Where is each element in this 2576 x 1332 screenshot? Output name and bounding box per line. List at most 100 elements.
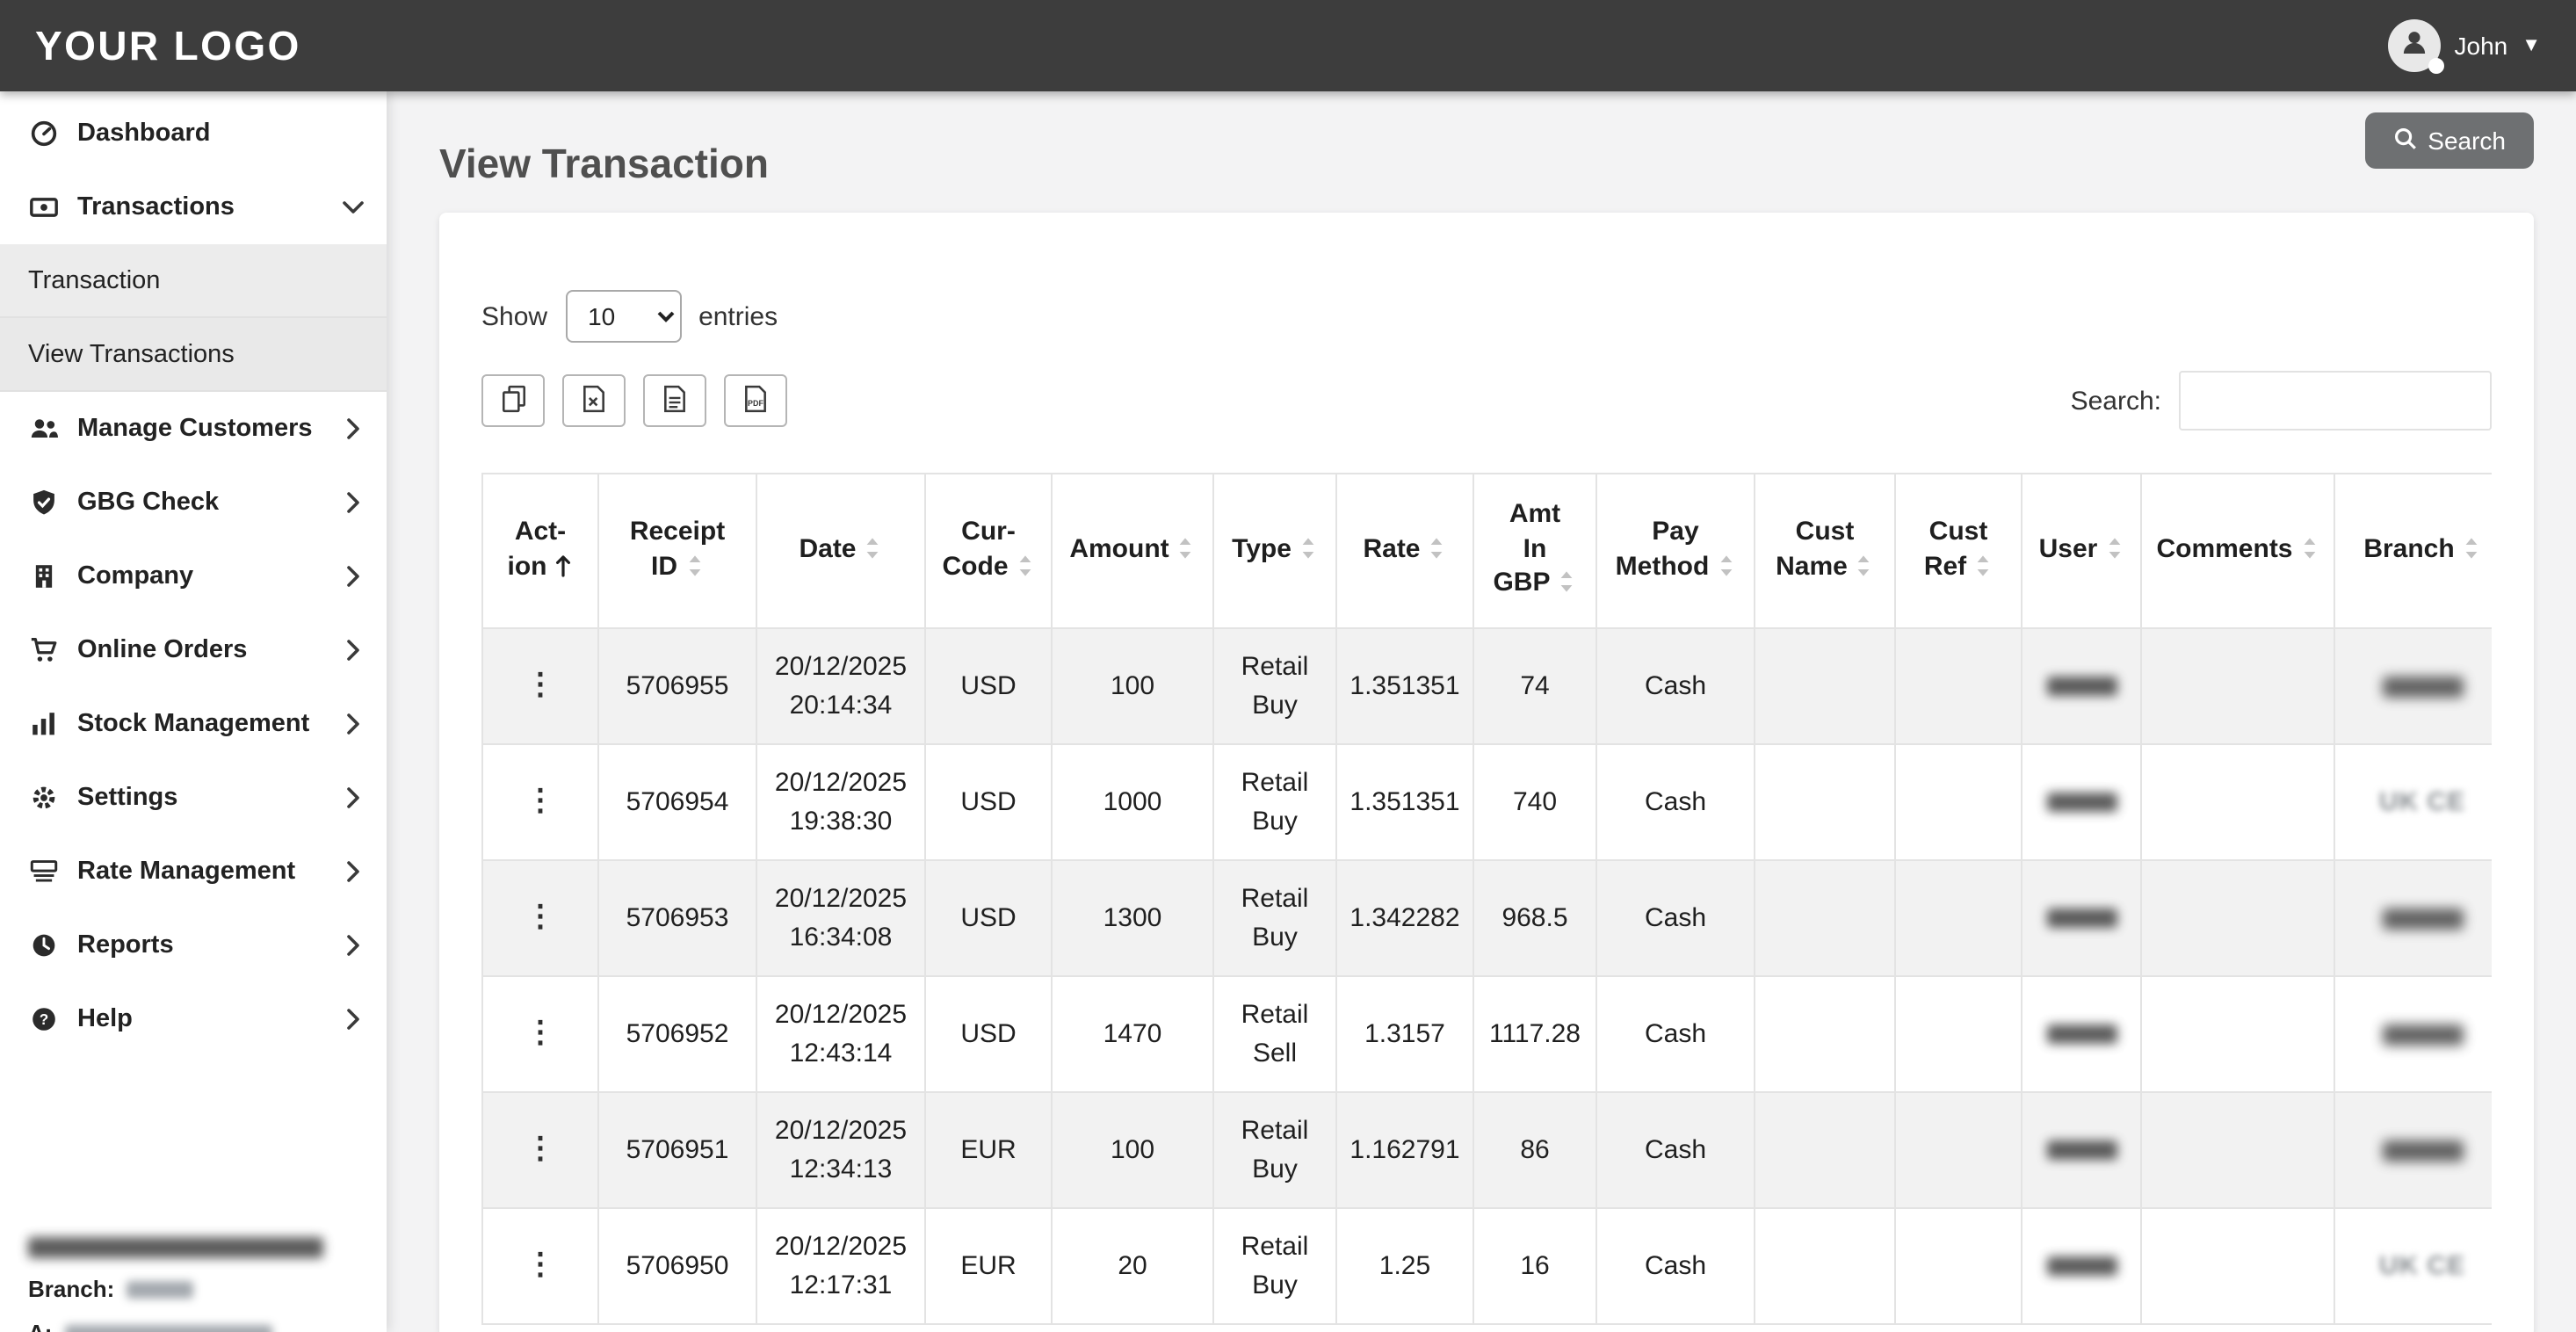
export-copy-button[interactable] <box>481 374 545 427</box>
sidebar-item-label: GBG Check <box>77 489 219 517</box>
column-header-amount[interactable]: Amount <box>1052 474 1213 628</box>
cell-pay-method: Cash <box>1596 628 1755 744</box>
cell-rate: 1.162791 <box>1336 1092 1473 1208</box>
column-header-type[interactable]: Type <box>1213 474 1336 628</box>
cell-cur-code: EUR <box>925 1208 1052 1324</box>
redacted-branch-value: UK CE <box>2379 786 2465 816</box>
cell-comments <box>2141 1208 2334 1324</box>
cell-action <box>482 976 598 1092</box>
sidebar-item-rate-management[interactable]: Rate Management <box>0 835 387 909</box>
cell-amt-in-gbp: 16 <box>1473 1208 1596 1324</box>
export-buttons: PDF <box>481 374 787 427</box>
search-button[interactable]: Search <box>2364 112 2534 169</box>
chevron-down-icon <box>344 197 362 218</box>
column-header-cust-ref[interactable]: Cust Ref <box>1895 474 2022 628</box>
column-header-action[interactable]: Act- ion <box>482 474 598 628</box>
column-header-pay-method[interactable]: Pay Method <box>1596 474 1755 628</box>
column-header-receipt-id[interactable]: Receipt ID <box>598 474 756 628</box>
sort-icon <box>684 553 704 587</box>
sidebar-item-manage-customers[interactable]: Manage Customers <box>0 392 387 466</box>
sidebar-item-label: Manage Customers <box>77 415 313 443</box>
entries-select[interactable]: 10 <box>565 290 681 343</box>
row-actions-button[interactable] <box>515 782 566 819</box>
sidebar-item-label: Settings <box>77 784 177 812</box>
cell-comments <box>2141 1092 2334 1208</box>
sidebar-item-reports[interactable]: Reports <box>0 909 387 982</box>
app-logo: YOUR LOGO <box>35 22 301 69</box>
column-header-comments[interactable]: Comments <box>2141 474 2334 628</box>
cell-pay-method: Cash <box>1596 976 1755 1092</box>
column-header-rate[interactable]: Rate <box>1336 474 1473 628</box>
sidebar: DashboardTransactionsTransactionView Tra… <box>0 91 387 1332</box>
sidebar-item-help[interactable]: ?Help <box>0 982 387 1056</box>
cell-date: 20/12/2025 19:38:30 <box>756 744 925 860</box>
sidebar-item-online-orders[interactable]: Online Orders <box>0 613 387 687</box>
cell-branch: UK CE <box>2334 744 2492 860</box>
cell-cust-ref <box>1895 1092 2022 1208</box>
cell-rate: 1.25 <box>1336 1208 1473 1324</box>
table-search-input[interactable] <box>2179 371 2492 431</box>
copy-icon <box>500 384 526 417</box>
cell-amt-in-gbp: 740 <box>1473 744 1596 860</box>
sidebar-item-dashboard[interactable]: Dashboard <box>0 97 387 170</box>
column-header-cur-code[interactable]: Cur- Code <box>925 474 1052 628</box>
sidebar-subitem-transaction[interactable]: Transaction <box>0 244 387 318</box>
cell-date: 20/12/2025 12:17:31 <box>756 1208 925 1324</box>
sort-icon <box>1016 553 1035 587</box>
cell-receipt-id: 5706953 <box>598 860 756 976</box>
sort-asc-icon <box>554 553 574 587</box>
cell-branch <box>2334 1092 2492 1208</box>
column-header-cust-name[interactable]: Cust Name <box>1755 474 1895 628</box>
sort-icon <box>2300 536 2319 570</box>
column-header-branch[interactable]: Branch <box>2334 474 2492 628</box>
page-title: View Transaction <box>439 141 769 188</box>
sidebar-subitem-view-transactions[interactable]: View Transactions <box>0 318 387 392</box>
cell-cust-name <box>1755 628 1895 744</box>
status-dot <box>2428 58 2444 74</box>
export-pdf-button[interactable]: PDF <box>724 374 787 427</box>
sidebar-item-stock-management[interactable]: Stock Management <box>0 687 387 761</box>
sidebar-item-transactions[interactable]: Transactions <box>0 170 387 244</box>
sort-icon <box>1299 536 1318 570</box>
sort-icon <box>1428 536 1447 570</box>
sidebar-item-settings[interactable]: Settings <box>0 761 387 835</box>
row-actions-button[interactable] <box>515 1014 566 1051</box>
redacted-branch-value <box>127 1280 193 1298</box>
table-row: 570695220/12/2025 12:43:14USD1470Retail … <box>482 976 2492 1092</box>
column-header-amt-in-gbp[interactable]: Amt In GBP <box>1473 474 1596 628</box>
gear-icon <box>28 784 60 812</box>
row-actions-button[interactable] <box>515 1130 566 1167</box>
cell-amount: 1470 <box>1052 976 1213 1092</box>
sort-icon <box>2104 536 2124 570</box>
svg-text:PDF: PDF <box>748 398 763 407</box>
cell-cust-ref <box>1895 976 2022 1092</box>
transactions-table-wrap: Act- ionReceipt IDDateCur- CodeAmountTyp… <box>481 473 2492 1325</box>
cell-action <box>482 1208 598 1324</box>
cell-amt-in-gbp: 968.5 <box>1473 860 1596 976</box>
row-actions-button[interactable] <box>515 666 566 703</box>
sidebar-item-gbg-check[interactable]: GBG Check <box>0 466 387 539</box>
sidebar-item-company[interactable]: Company <box>0 539 387 613</box>
column-header-user[interactable]: User <box>2022 474 2141 628</box>
bar-chart-icon <box>28 710 60 738</box>
sort-icon <box>1558 570 1577 604</box>
cell-user <box>2022 976 2141 1092</box>
column-label: Amt In GBP <box>1493 500 1560 598</box>
cell-cust-name <box>1755 860 1895 976</box>
column-label: Comments <box>2156 534 2292 564</box>
row-actions-button[interactable] <box>515 898 566 935</box>
column-header-date[interactable]: Date <box>756 474 925 628</box>
cell-cust-name <box>1755 1092 1895 1208</box>
avatar <box>2388 19 2441 72</box>
cell-branch <box>2334 860 2492 976</box>
cell-branch <box>2334 628 2492 744</box>
entries-control: Show 10 entries <box>481 290 2492 343</box>
cell-amount: 1000 <box>1052 744 1213 860</box>
user-menu[interactable]: John <box>2388 19 2542 72</box>
cell-receipt-id: 5706951 <box>598 1092 756 1208</box>
export-csv-button[interactable] <box>643 374 706 427</box>
excel-icon <box>582 384 606 417</box>
cell-amount: 100 <box>1052 628 1213 744</box>
row-actions-button[interactable] <box>515 1246 566 1283</box>
export-excel-button[interactable] <box>562 374 626 427</box>
